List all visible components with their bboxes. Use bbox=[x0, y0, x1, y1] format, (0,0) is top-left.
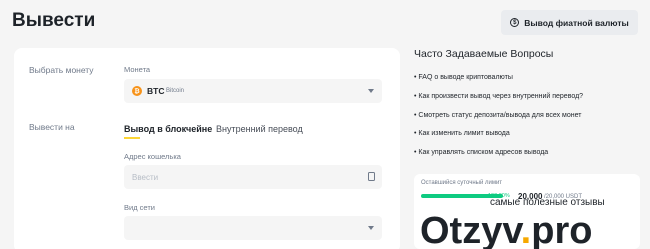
chevron-down-icon bbox=[368, 226, 374, 230]
address-label: Адрес кошелька bbox=[124, 152, 181, 161]
fiat-withdraw-button[interactable]: $ Вывод фиатной валюты bbox=[501, 10, 638, 35]
faq-link[interactable]: • Как произвести вывод через внутренний … bbox=[414, 93, 583, 100]
withdraw-form-card: Выбрать монету Монета ₿ BTC Bitcoin Выве… bbox=[14, 48, 400, 249]
coin-field-label: Монета bbox=[124, 65, 151, 74]
active-tab-indicator bbox=[124, 137, 140, 139]
fiat-withdraw-label: Вывод фиатной валюты bbox=[524, 17, 629, 28]
address-placeholder: Ввести bbox=[132, 173, 159, 182]
faq-link-label: Смотреть статус депозита/вывода для всех… bbox=[418, 112, 582, 119]
coin-section-label: Выбрать монету bbox=[29, 65, 94, 75]
bitcoin-coin-icon: ₿ bbox=[132, 86, 142, 96]
network-label: Вид сети bbox=[124, 203, 155, 212]
paste-icon[interactable] bbox=[368, 172, 375, 181]
daily-limit-label: Оставшийся суточный лимит bbox=[421, 180, 503, 186]
coin-name: Bitcoin bbox=[166, 88, 185, 94]
faq-link-label: FAQ о выводе криптовалюты bbox=[418, 74, 513, 81]
tab-internal-transfer[interactable]: Внутренний перевод bbox=[216, 124, 303, 134]
faq-link[interactable]: • Как управлять списком адресов вывода bbox=[414, 149, 548, 156]
faq-link[interactable]: • FAQ о выводе криптовалюты bbox=[414, 74, 513, 81]
watermark-tagline: самые полезные отзывы bbox=[490, 197, 605, 208]
faq-link[interactable]: • Как изменить лимит вывода bbox=[414, 130, 510, 137]
coin-symbol: BTC bbox=[147, 86, 165, 96]
watermark-logo-dot: . bbox=[520, 210, 532, 249]
address-input[interactable]: Ввести bbox=[124, 165, 382, 189]
withdraw-to-label: Вывести на bbox=[29, 122, 75, 132]
faq-title: Часто Задаваемые Вопросы bbox=[414, 48, 554, 60]
faq-link-label: Как произвести вывод через внутренний пе… bbox=[418, 93, 584, 100]
faq-link-label: Как управлять списком адресов вывода bbox=[418, 149, 549, 156]
chevron-down-icon bbox=[368, 89, 374, 93]
coin-select[interactable]: ₿ BTC Bitcoin bbox=[124, 79, 382, 103]
tab-onchain-withdraw[interactable]: Вывод в блокчейне bbox=[124, 124, 212, 134]
page-title: Вывести bbox=[12, 10, 96, 31]
watermark-logo-main: Otzyv bbox=[420, 210, 521, 249]
watermark-logo-tld: pro bbox=[531, 210, 593, 249]
network-select[interactable] bbox=[124, 216, 382, 240]
watermark-logo: Otzyv.pro bbox=[420, 212, 592, 249]
currency-icon: $ bbox=[510, 18, 520, 27]
faq-link-label: Как изменить лимит вывода bbox=[418, 130, 510, 137]
faq-link[interactable]: • Смотреть статус депозита/вывода для вс… bbox=[414, 112, 581, 119]
